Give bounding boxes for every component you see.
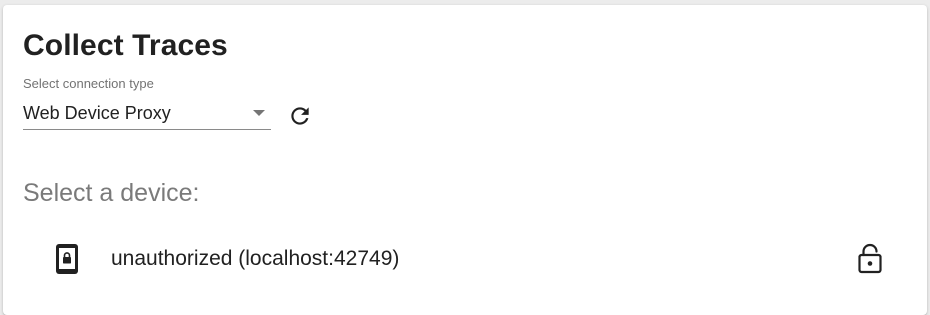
lock-open-icon[interactable] [857,243,883,275]
select-device-heading: Select a device: [23,179,200,207]
connection-type-select[interactable]: Select connection type Web Device Proxy [23,75,271,133]
phone-lock-icon [56,244,78,274]
collect-traces-card: Collect Traces Select connection type We… [3,5,927,315]
device-label[interactable]: unauthorized (localhost:42749) [111,246,399,272]
page-title: Collect Traces [23,29,228,62]
select-underline [23,129,271,130]
refresh-icon[interactable] [287,103,313,129]
device-list-item[interactable]: unauthorized (localhost:42749) [23,231,903,287]
connection-type-label: Select connection type [23,76,154,91]
refresh-button[interactable] [283,99,317,133]
connection-type-value[interactable]: Web Device Proxy [23,102,171,124]
arrow-drop-down-icon[interactable] [253,110,265,116]
